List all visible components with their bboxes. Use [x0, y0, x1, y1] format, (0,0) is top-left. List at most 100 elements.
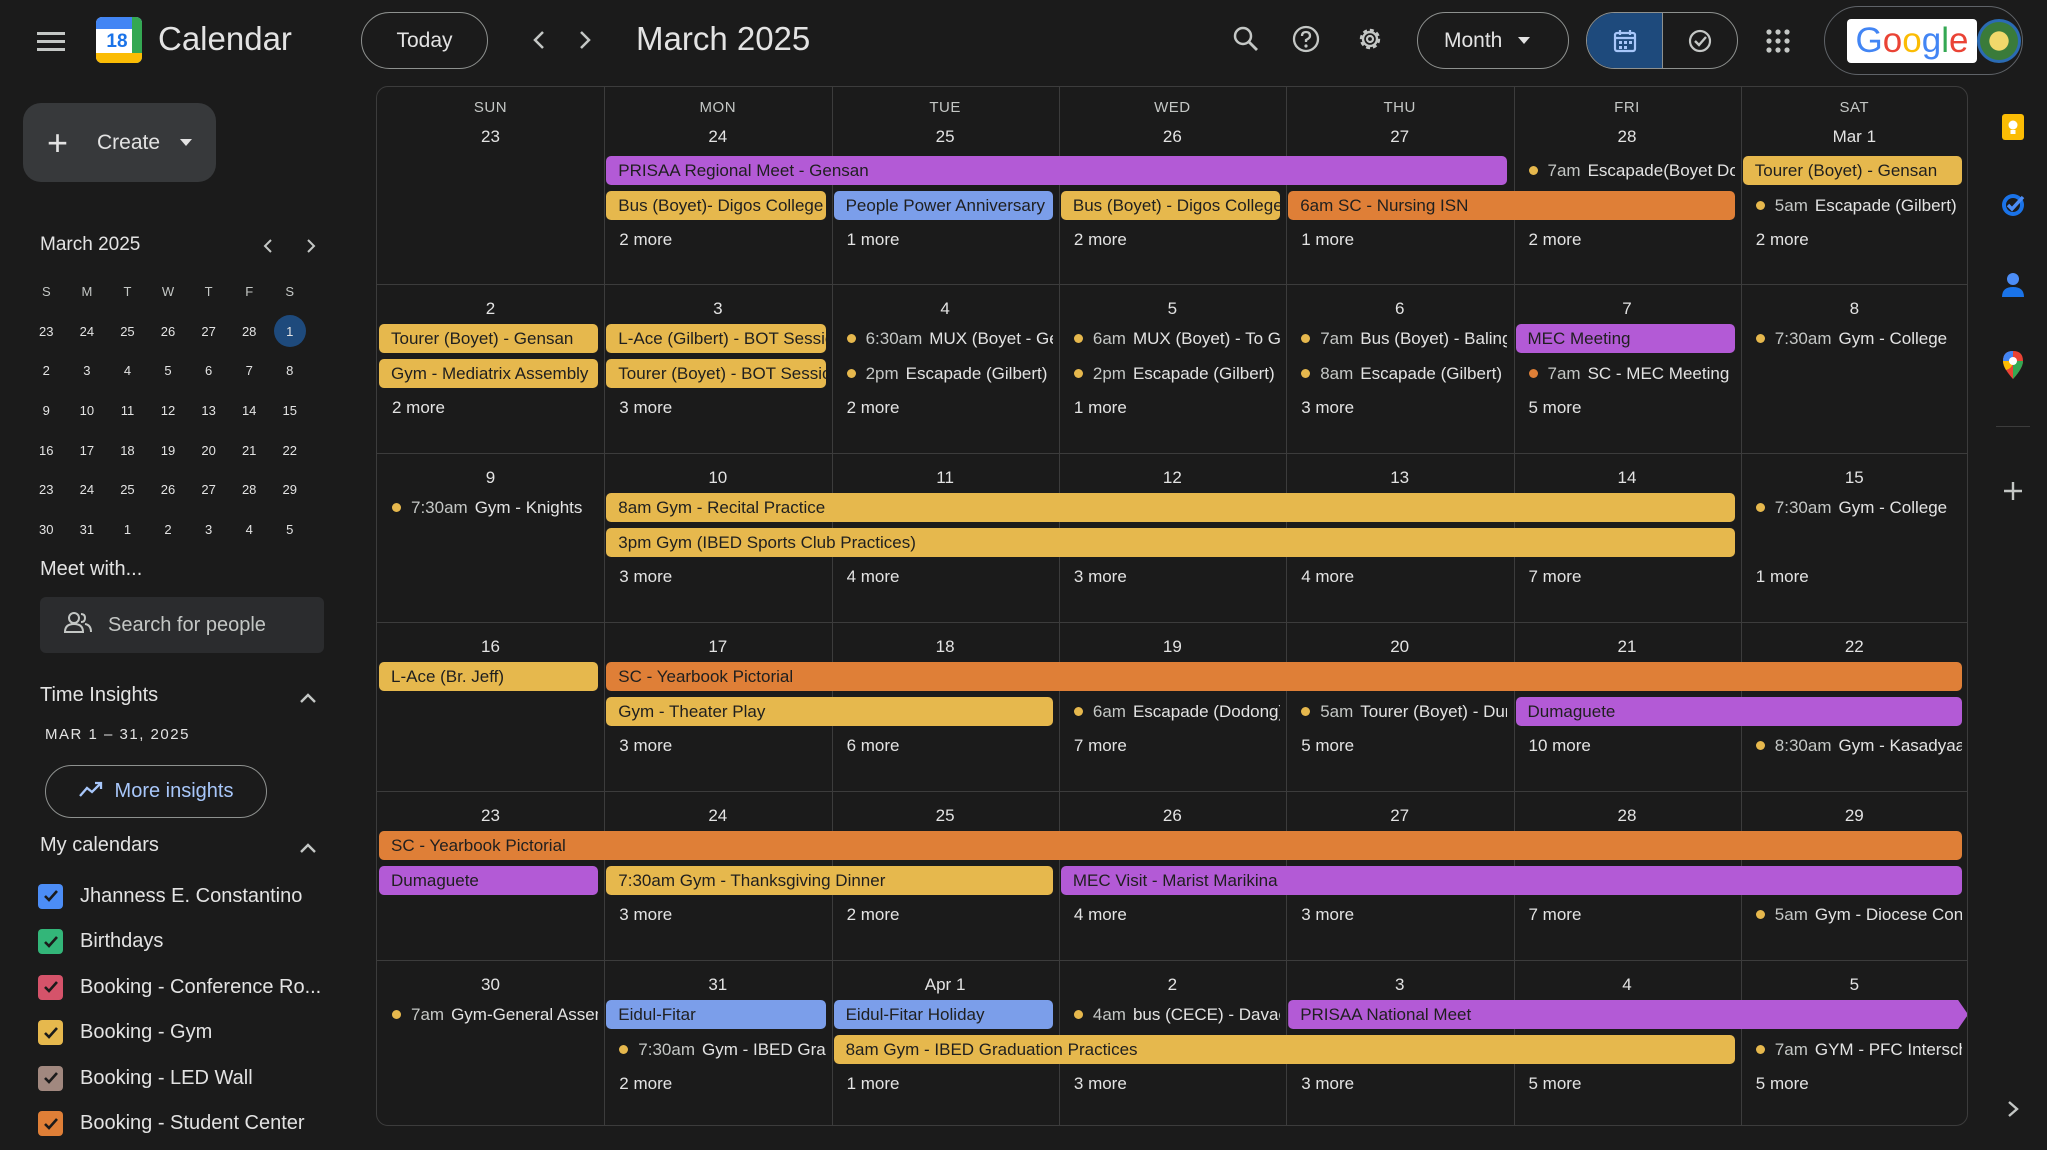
calendar-checkbox[interactable] — [38, 883, 63, 909]
main-menu-button[interactable] — [26, 20, 76, 62]
event-chip[interactable]: MEC Meeting — [1515, 324, 1735, 353]
more-events-link[interactable]: 1 more — [834, 225, 900, 254]
day-cell[interactable] — [831, 87, 1059, 284]
day-number[interactable]: 4 — [1514, 975, 1741, 995]
mini-calendar-day[interactable]: 24 — [67, 470, 108, 510]
calendar-view-toggle[interactable] — [1587, 13, 1662, 68]
mini-calendar-day[interactable]: 12 — [148, 391, 189, 431]
calendar-list-item[interactable]: Birthdays — [38, 927, 163, 957]
event-chip[interactable]: 6am SC - Nursing ISN — [1288, 190, 1735, 220]
account-switcher[interactable]: Google — [1824, 6, 2023, 75]
day-number[interactable]: 10 — [604, 468, 831, 488]
day-number[interactable]: 3 — [1286, 975, 1513, 995]
timed-event[interactable]: 7am Escapade(Boyet Dodong) — [1516, 156, 1735, 185]
event-chip[interactable]: L-Ace (Gilbert) - BOT Session — [606, 324, 826, 353]
timed-event[interactable]: 7am Gym-General Assembly — [379, 1000, 598, 1029]
calendar-list-item[interactable]: Booking - Conference Ro... — [38, 972, 321, 1002]
more-events-link[interactable]: 4 more — [834, 562, 900, 591]
day-number[interactable]: 9 — [377, 468, 604, 488]
event-chip[interactable]: Dumaguete — [379, 865, 599, 895]
search-people-input[interactable]: Search for people — [40, 597, 324, 653]
google-apps-button[interactable] — [1755, 18, 1801, 64]
day-number[interactable]: 8 — [1741, 299, 1967, 319]
mini-calendar-day[interactable]: 19 — [148, 430, 189, 470]
tasks-icon[interactable] — [1994, 186, 2032, 224]
event-chip[interactable]: Eidul-Fitar — [606, 1000, 826, 1029]
settings-button[interactable] — [1347, 16, 1393, 62]
calendar-list-item[interactable]: Booking - LED Wall — [38, 1063, 253, 1093]
my-calendars-collapse-button[interactable] — [290, 830, 326, 866]
day-number[interactable]: 17 — [604, 637, 831, 657]
more-events-link[interactable]: 3 more — [1288, 1069, 1354, 1098]
mini-calendar-day[interactable]: 4 — [229, 510, 270, 550]
event-chip[interactable]: SC - Yearbook Pictorial — [606, 662, 1963, 691]
day-number[interactable]: 27 — [1286, 127, 1513, 147]
mini-calendar-day[interactable]: 28 — [229, 312, 270, 352]
calendar-logo-icon[interactable]: 18 — [96, 17, 142, 63]
event-chip[interactable]: PRISAA Regional Meet - Gensan — [606, 156, 1508, 185]
more-events-link[interactable]: 2 more — [1061, 225, 1127, 254]
day-number[interactable]: 6 — [1286, 299, 1513, 319]
more-events-link[interactable]: 7 more — [1516, 562, 1582, 591]
day-number[interactable]: 5 — [1059, 299, 1286, 319]
day-cell[interactable] — [1740, 87, 1967, 284]
mini-calendar-next-button[interactable] — [295, 230, 327, 262]
show-side-panel-button[interactable] — [1994, 1090, 2032, 1128]
calendar-list-item[interactable]: Booking - Student Center — [38, 1109, 305, 1139]
mini-calendar-selected-day[interactable]: 1 — [269, 312, 310, 352]
event-chip[interactable]: Tourer (Boyet) - BOT Session — [606, 358, 826, 388]
more-events-link[interactable]: 3 more — [1061, 562, 1127, 591]
mini-calendar-day[interactable]: 20 — [188, 430, 229, 470]
more-events-link[interactable]: 3 more — [1061, 1069, 1127, 1098]
day-cell[interactable] — [1286, 87, 1513, 284]
timed-event[interactable]: 7am GYM - PFC Intersch — [1743, 1035, 1962, 1064]
day-number[interactable]: 22 — [1741, 637, 1967, 657]
more-events-link[interactable]: 3 more — [1288, 393, 1354, 422]
view-switcher-dropdown[interactable]: Month — [1417, 12, 1569, 69]
day-number[interactable]: 26 — [1059, 806, 1286, 826]
mini-calendar-day[interactable]: 28 — [229, 470, 270, 510]
event-chip[interactable]: Gym - Mediatrix Assembly — [379, 358, 599, 388]
more-events-link[interactable]: 1 more — [834, 1069, 900, 1098]
mini-calendar-day[interactable]: 3 — [188, 510, 229, 550]
more-events-link[interactable]: 4 more — [1288, 562, 1354, 591]
more-insights-button[interactable]: More insights — [45, 765, 267, 818]
event-chip[interactable]: 8am Gym - IBED Graduation Practices — [833, 1034, 1735, 1064]
more-events-link[interactable]: 2 more — [1516, 225, 1582, 254]
mini-calendar-day[interactable]: 26 — [148, 312, 189, 352]
event-chip[interactable]: People Power Anniversary — [833, 190, 1053, 220]
more-events-link[interactable]: 2 more — [606, 225, 672, 254]
mini-calendar-day[interactable]: 23 — [26, 470, 67, 510]
timed-event[interactable]: 7:30am Gym - College — [1743, 324, 1962, 353]
mini-calendar-day[interactable]: 5 — [148, 351, 189, 391]
timed-event[interactable]: 7:30am Gym - IBED Graduation — [606, 1035, 826, 1064]
timed-event[interactable]: 2pm Escapade (Gilbert) — [1061, 359, 1280, 388]
search-button[interactable] — [1223, 16, 1269, 62]
timed-event[interactable]: 8am Escapade (Gilbert) — [1288, 359, 1507, 388]
mini-calendar-day[interactable]: 17 — [67, 430, 108, 470]
more-events-link[interactable]: 3 more — [606, 731, 672, 760]
timed-event[interactable]: 4am bus (CECE) - Davao — [1061, 1000, 1280, 1029]
create-button[interactable]: + Create — [23, 103, 216, 182]
mini-calendar-day[interactable]: 9 — [26, 391, 67, 431]
tasks-view-toggle[interactable] — [1662, 13, 1737, 68]
more-events-link[interactable]: 3 more — [606, 900, 672, 929]
mini-calendar-day[interactable]: 13 — [188, 391, 229, 431]
day-cell[interactable] — [377, 87, 604, 284]
day-number[interactable]: 30 — [377, 975, 604, 995]
mini-calendar-day[interactable]: 22 — [269, 430, 310, 470]
keep-icon[interactable] — [1994, 108, 2032, 146]
add-addon-button[interactable] — [1994, 472, 2032, 510]
calendar-checkbox[interactable] — [38, 929, 63, 954]
previous-month-button[interactable] — [519, 20, 559, 60]
time-insights-collapse-button[interactable] — [290, 680, 326, 716]
timed-event[interactable]: 7:30am Gym - Knights — [379, 493, 598, 522]
mini-calendar-day[interactable]: 27 — [188, 470, 229, 510]
mini-calendar-day[interactable]: 25 — [107, 312, 148, 352]
calendar-checkbox[interactable] — [38, 1020, 63, 1045]
mini-calendar-day[interactable]: 2 — [148, 510, 189, 550]
mini-calendar-day[interactable]: 27 — [188, 312, 229, 352]
maps-icon[interactable] — [1994, 346, 2032, 384]
mini-calendar-day[interactable]: 14 — [229, 391, 270, 431]
more-events-link[interactable]: 7 more — [1061, 731, 1127, 760]
